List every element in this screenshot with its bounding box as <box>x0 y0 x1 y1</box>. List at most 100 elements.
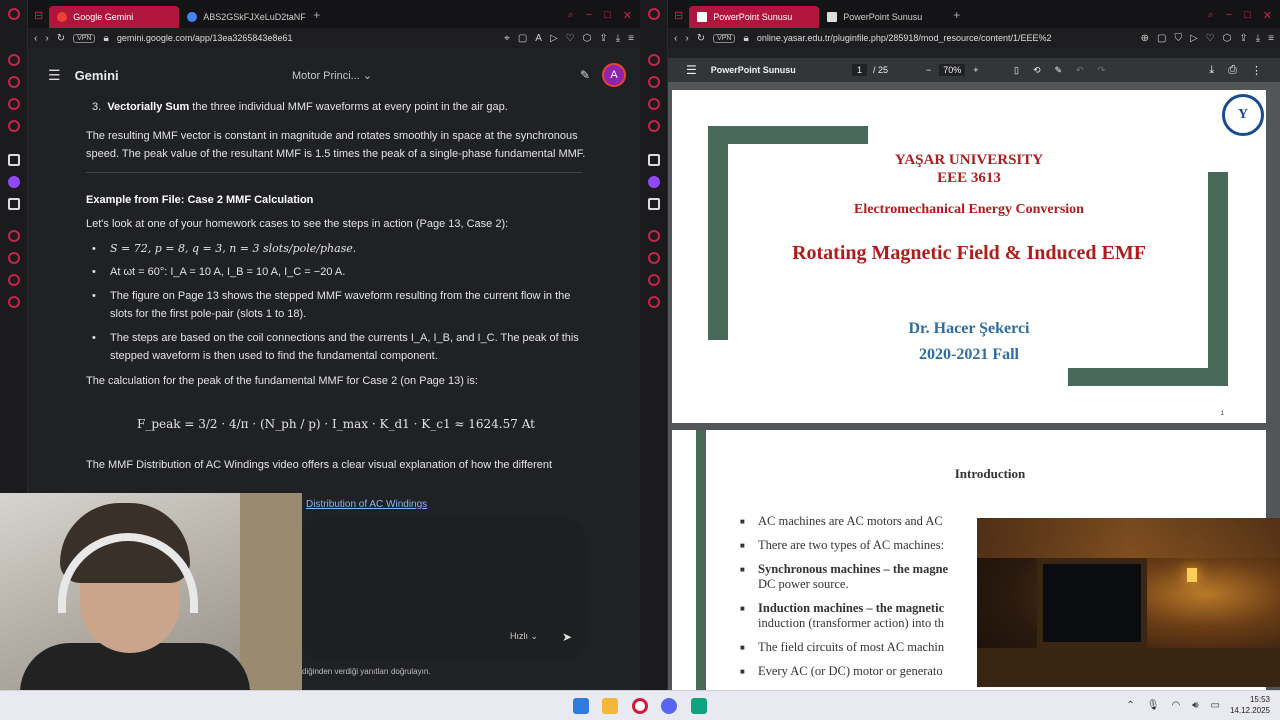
sidebar-aria-icon[interactable] <box>648 54 660 66</box>
sidebar-player-icon[interactable] <box>648 230 660 242</box>
sidebar-twitch-icon[interactable] <box>8 176 20 188</box>
download-icon[interactable]: ⤓ <box>1209 64 1214 77</box>
sidebar-whatsapp-icon[interactable] <box>8 98 20 110</box>
rotate-icon[interactable]: ⟲ <box>1033 65 1041 76</box>
play-icon[interactable]: ▷ <box>550 33 558 44</box>
sidebar-x-icon[interactable] <box>8 198 20 210</box>
opera-logo-icon[interactable] <box>8 8 20 20</box>
opera-logo-icon[interactable] <box>648 8 660 20</box>
new-tab-icon[interactable]: + <box>953 8 960 22</box>
download-icon[interactable]: ⤓ <box>616 33 620 44</box>
tab-abs[interactable]: ABS2GSkFJXeLuD2taNF <box>179 6 309 28</box>
volume-icon[interactable]: 🔊︎ <box>1192 700 1198 711</box>
opera-icon[interactable] <box>632 698 648 714</box>
start-icon[interactable] <box>573 698 589 714</box>
easy-setup-icon[interactable]: ≡ <box>628 33 634 44</box>
url-field[interactable]: gemini.google.com/app/13ea3265843e8e61 <box>117 33 496 43</box>
share-icon[interactable]: ⇪ <box>599 33 607 44</box>
minimize-icon[interactable]: − <box>586 9 592 22</box>
vpn-badge[interactable]: VPN <box>713 33 736 43</box>
maximize-icon[interactable]: □ <box>604 9 611 22</box>
sidebar-aria-icon[interactable] <box>8 54 20 66</box>
new-chat-icon[interactable]: ✎ <box>580 68 590 82</box>
extensions-icon[interactable]: ⬡ <box>583 33 592 44</box>
sidebar-tiktok-icon[interactable] <box>648 154 660 166</box>
video-link[interactable]: Distribution of AC Windings <box>306 499 427 510</box>
tab-gemini[interactable]: Google Gemini <box>49 6 180 28</box>
fit-page-icon[interactable]: ▯ <box>1014 65 1019 76</box>
zoom-in-icon[interactable]: + <box>973 65 978 75</box>
share-icon[interactable]: ⇪ <box>1239 33 1247 44</box>
reload-icon[interactable]: ↻ <box>57 33 65 44</box>
maximize-icon[interactable]: □ <box>1244 9 1251 22</box>
more-options-icon[interactable]: ⋮ <box>1251 64 1262 77</box>
close-icon[interactable]: ✕ <box>623 9 632 22</box>
sidebar-messenger-icon[interactable] <box>648 76 660 88</box>
avatar[interactable]: A <box>602 63 626 87</box>
new-tab-icon[interactable]: + <box>313 8 320 22</box>
microphone-icon[interactable]: 🎙︎ <box>1147 700 1160 711</box>
sidebar-x-icon[interactable] <box>648 198 660 210</box>
sidebar-history-icon[interactable] <box>8 252 20 264</box>
page-number-input[interactable]: 1 <box>852 64 868 76</box>
pin-icon[interactable]: ⌖ <box>504 33 510 44</box>
search-tabs-icon[interactable]: ⌕ <box>568 9 574 22</box>
url-field[interactable]: online.yasar.edu.tr/pluginfile.php/28591… <box>757 33 1133 43</box>
download-icon[interactable]: ⤓ <box>1256 33 1260 44</box>
undo-icon[interactable]: ↶ <box>1076 65 1084 76</box>
discord-icon[interactable] <box>661 698 677 714</box>
wifi-icon[interactable]: ◠ <box>1172 700 1181 711</box>
search-tabs-icon[interactable]: ⌕ <box>1208 9 1214 22</box>
zoom-icon[interactable]: ⊕ <box>1141 33 1149 44</box>
file-explorer-icon[interactable] <box>602 698 618 714</box>
hamburger-menu-icon[interactable]: ☰ <box>48 67 61 84</box>
lock-icon[interactable]: 🔒︎ <box>743 33 748 44</box>
sidebar-settings-icon[interactable] <box>648 296 660 308</box>
pdf-menu-icon[interactable]: ☰ <box>686 63 697 77</box>
shield-icon[interactable]: ⛉ <box>1174 33 1182 44</box>
snapshot-icon[interactable]: ▢ <box>1157 33 1166 44</box>
bookmark-heart-icon[interactable]: ♡ <box>566 33 575 44</box>
print-icon[interactable]: ⎙ <box>1228 64 1237 77</box>
clock[interactable]: 15:53 14.12.2025 <box>1230 694 1270 716</box>
model-speed-selector[interactable]: Hızlı ⌄ <box>510 631 538 642</box>
send-icon[interactable]: ➤ <box>562 630 572 644</box>
zoom-input[interactable]: 70% <box>939 64 966 76</box>
tab-menu-icon[interactable]: ⊟ <box>674 9 683 22</box>
back-icon[interactable]: ‹ <box>674 33 677 44</box>
sidebar-tiktok-icon[interactable] <box>8 154 20 166</box>
tab-menu-icon[interactable]: ⊟ <box>34 9 43 22</box>
chevron-up-icon[interactable]: ⌃ <box>1126 700 1134 711</box>
sidebar-whatsapp-icon[interactable] <box>648 98 660 110</box>
back-icon[interactable]: ‹ <box>34 33 37 44</box>
redo-icon[interactable]: ↷ <box>1098 65 1106 76</box>
play-icon[interactable]: ▷ <box>1190 33 1198 44</box>
easy-setup-icon[interactable]: ≡ <box>1268 33 1274 44</box>
sidebar-player-icon[interactable] <box>8 230 20 242</box>
snapshot-icon[interactable]: ▢ <box>518 33 527 44</box>
minimize-icon[interactable]: − <box>1226 9 1232 22</box>
sidebar-twitch-icon[interactable] <box>648 176 660 188</box>
tab-pdf-2[interactable]: PowerPoint Sunusu <box>819 6 949 28</box>
extensions-icon[interactable]: ⬡ <box>1223 33 1232 44</box>
bookmark-heart-icon[interactable]: ♡ <box>1206 33 1215 44</box>
battery-icon[interactable]: ▭ <box>1211 700 1220 711</box>
lock-icon[interactable]: 🔒︎ <box>103 33 108 44</box>
close-icon[interactable]: ✕ <box>1263 9 1272 22</box>
sidebar-instagram-icon[interactable] <box>8 120 20 132</box>
sidebar-extensions-icon[interactable] <box>648 274 660 286</box>
tab-pdf-1[interactable]: PowerPoint Sunusu <box>689 6 820 28</box>
vpn-badge[interactable]: VPN <box>73 33 96 43</box>
annotate-icon[interactable]: ✎ <box>1055 65 1063 76</box>
sidebar-extensions-icon[interactable] <box>8 274 20 286</box>
reload-icon[interactable]: ↻ <box>697 33 705 44</box>
sidebar-history-icon[interactable] <box>648 252 660 264</box>
prompt-input-box[interactable]: Hızlı ⌄ ➤ <box>300 518 586 660</box>
translate-icon[interactable]: A <box>535 33 542 44</box>
sidebar-messenger-icon[interactable] <box>8 76 20 88</box>
forward-icon[interactable]: › <box>685 33 688 44</box>
forward-icon[interactable]: › <box>45 33 48 44</box>
sidebar-instagram-icon[interactable] <box>648 120 660 132</box>
app-icon[interactable] <box>691 698 707 714</box>
sidebar-settings-icon[interactable] <box>8 296 20 308</box>
